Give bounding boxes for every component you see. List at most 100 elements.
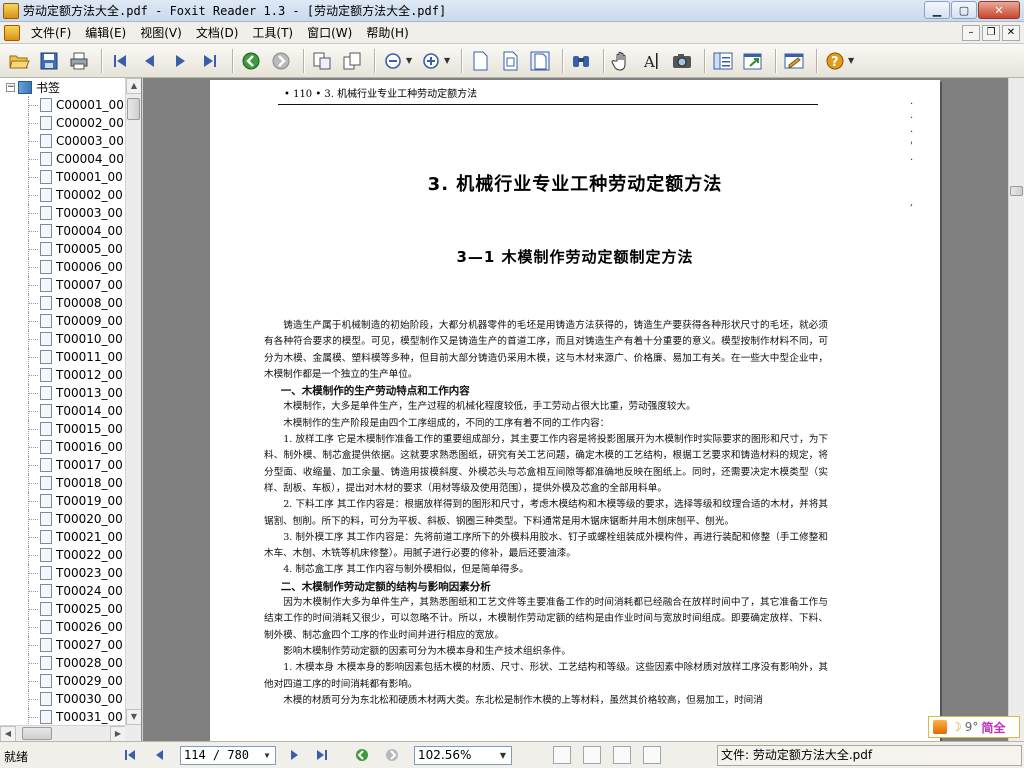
zoom-dropdown-icon[interactable]: ▼ [496,748,510,763]
page-number-field[interactable]: 114 / 780 ▼ [180,746,276,765]
bookmark-item[interactable]: T00023_00 [0,564,126,582]
print-icon[interactable] [66,48,92,74]
menu-help[interactable]: 帮助(H) [359,23,415,43]
bookmark-item[interactable]: T00013_00 [0,384,126,402]
status-next-page-icon[interactable] [284,745,304,765]
menu-view[interactable]: 视图(V) [133,23,189,43]
continuous-facing-view-icon[interactable] [643,746,661,764]
zoom-out-dropdown-icon[interactable]: ▼ [406,56,414,65]
pdf-page[interactable]: • 110 • 3. 机械行业专业工种劳动定额方法 · · · ' ·, 3. 机械行业… [210,80,940,741]
bookmark-item[interactable]: T00010_00 [0,330,126,348]
bookmark-item[interactable]: C00001_00 [0,96,126,114]
document-menu-icon[interactable] [4,24,20,41]
export-icon[interactable] [740,48,766,74]
menu-file[interactable]: 文件(F) [24,23,78,43]
facing-view-icon[interactable] [613,746,631,764]
bookmark-item[interactable]: T00018_00 [0,474,126,492]
open-icon[interactable] [6,48,32,74]
document-vertical-scrollbar[interactable] [1008,78,1024,741]
bookmark-item[interactable]: T00001_00 [0,168,126,186]
find-icon[interactable] [568,48,594,74]
text-select-icon[interactable]: A [639,48,665,74]
bookmark-item[interactable]: T00022_00 [0,546,126,564]
save-icon[interactable] [36,48,62,74]
bookmark-item[interactable]: T00020_00 [0,510,126,528]
minimize-button[interactable]: ▁ [924,1,950,19]
zoom-in-dropdown-icon[interactable]: ▼ [444,56,452,65]
sidebar-horizontal-scrollbar[interactable]: ◀ ▶ [0,725,126,741]
help-icon[interactable]: ? [822,48,848,74]
collapse-icon[interactable]: − [6,82,15,92]
document-scroll-thumb[interactable] [1010,186,1023,196]
bookmark-item[interactable]: T00030_00 [0,690,126,708]
menu-document[interactable]: 文档(D) [189,23,246,43]
bookmark-item[interactable]: T00021_00 [0,528,126,546]
hand-icon[interactable] [609,48,635,74]
bookmark-item[interactable]: C00003_00 [0,132,126,150]
bookmark-item[interactable]: T00007_00 [0,276,126,294]
bookmark-item[interactable]: T00031_00 [0,708,126,725]
scroll-down-icon[interactable]: ▼ [126,709,141,725]
sidebar-hscroll-thumb[interactable] [22,727,52,740]
snapshot-icon[interactable] [669,48,695,74]
scroll-left-icon[interactable]: ◀ [0,726,16,741]
doc-minimize-button[interactable]: – [962,25,980,41]
maximize-button[interactable]: ▢ [951,1,977,19]
bookmark-item[interactable]: T00019_00 [0,492,126,510]
scroll-up-icon[interactable]: ▲ [126,78,141,94]
ime-label[interactable]: 简全 [981,719,1005,736]
bookmark-item[interactable]: T00015_00 [0,420,126,438]
last-page-icon[interactable] [197,48,223,74]
bookmark-item[interactable]: T00016_00 [0,438,126,456]
document-view[interactable]: • 110 • 3. 机械行业专业工种劳动定额方法 · · · ' ·, 3. 机械行业… [143,78,1024,741]
status-first-page-icon[interactable] [120,745,140,765]
bookmark-item[interactable]: T00004_00 [0,222,126,240]
bookmark-item[interactable]: T00026_00 [0,618,126,636]
zoom-out-icon[interactable] [380,48,406,74]
status-forward-icon[interactable] [382,745,402,765]
menu-tools[interactable]: 工具(T) [245,23,300,43]
bookmark-item[interactable]: T00008_00 [0,294,126,312]
sidebar-scroll-thumb[interactable] [127,98,140,120]
bookmarks-panel-icon[interactable] [710,48,736,74]
continuous-view-icon[interactable] [583,746,601,764]
ime-mode[interactable]: 9° [965,720,979,734]
status-last-page-icon[interactable] [312,745,332,765]
status-back-icon[interactable] [352,745,372,765]
bookmark-item[interactable]: T00003_00 [0,204,126,222]
doc-restore-button[interactable]: ❐ [982,25,1000,41]
menu-edit[interactable]: 编辑(E) [78,23,133,43]
next-page-icon[interactable] [167,48,193,74]
bookmark-item[interactable]: T00006_00 [0,258,126,276]
menu-window[interactable]: 窗口(W) [300,23,359,43]
bookmark-item[interactable]: T00011_00 [0,348,126,366]
bookmark-item[interactable]: C00004_00 [0,150,126,168]
bookmark-item[interactable]: T00017_00 [0,456,126,474]
single-page-view-icon[interactable] [553,746,571,764]
bookmark-item[interactable]: T00027_00 [0,636,126,654]
annotate-icon[interactable] [781,48,807,74]
bookmark-item[interactable]: T00024_00 [0,582,126,600]
help-dropdown-icon[interactable]: ▼ [848,56,856,65]
fit-page-icon[interactable] [497,48,523,74]
bookmark-item[interactable]: T00014_00 [0,402,126,420]
bookmark-item[interactable]: T00005_00 [0,240,126,258]
sidebar-vertical-scrollbar[interactable]: ▲ ▼ [125,78,141,725]
zoom-in-icon[interactable] [418,48,444,74]
bookmark-item[interactable]: T00009_00 [0,312,126,330]
fit-width-icon[interactable] [527,48,553,74]
doc-close-button[interactable]: ✕ [1002,25,1020,41]
forward-icon[interactable] [268,48,294,74]
bookmark-item[interactable]: T00002_00 [0,186,126,204]
bookmark-item[interactable]: T00012_00 [0,366,126,384]
bookmark-item[interactable]: T00028_00 [0,654,126,672]
bookmark-item[interactable]: T00029_00 [0,672,126,690]
status-prev-page-icon[interactable] [150,745,170,765]
scroll-right-icon[interactable]: ▶ [110,726,126,741]
zoom-field[interactable]: 102.56% ▼ [414,746,512,765]
prev-page-icon[interactable] [137,48,163,74]
bookmark-item[interactable]: C00002_00 [0,114,126,132]
copy-icon[interactable] [339,48,365,74]
ime-toolbar[interactable]: ☽ 9° 简全 [928,716,1020,738]
bookmark-item[interactable]: T00025_00 [0,600,126,618]
